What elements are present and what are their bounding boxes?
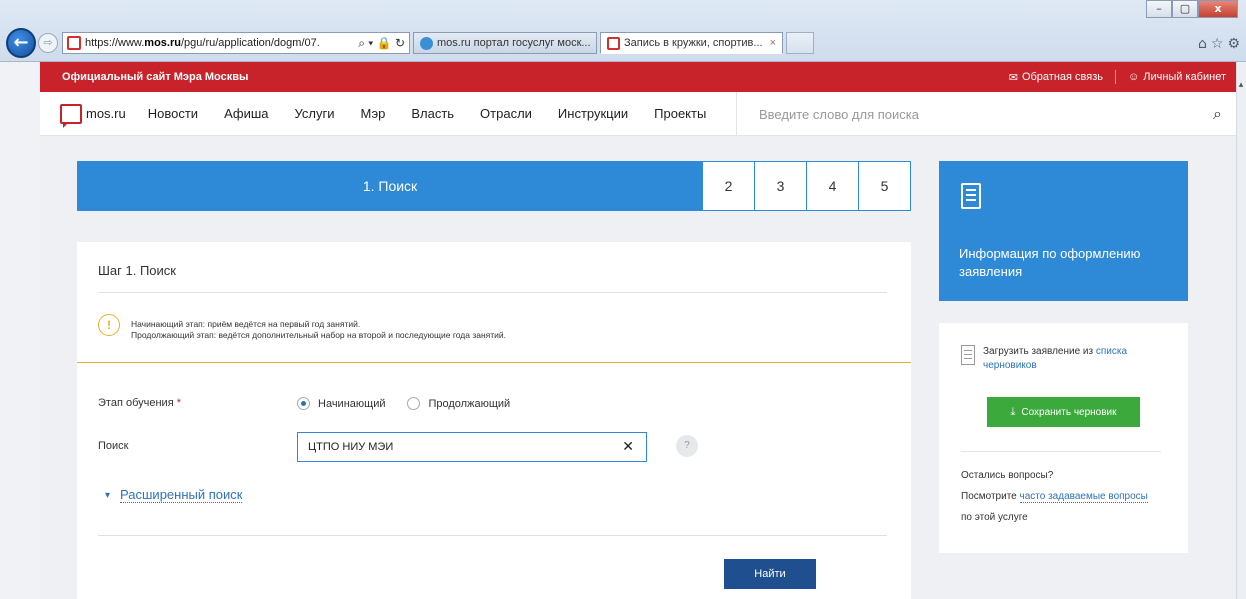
main-nav: mos.ru Новости Афиша Услуги Мэр Власть О…: [40, 92, 1236, 136]
search-label: Поиск: [98, 440, 129, 452]
search-field[interactable]: ✕: [297, 432, 647, 462]
nav-item-government[interactable]: Власть: [411, 106, 454, 121]
user-icon: ☺: [1128, 71, 1140, 83]
nav-item-afisha[interactable]: Афиша: [224, 106, 268, 121]
save-draft-button[interactable]: ⤓ Сохранить черновик: [987, 397, 1140, 427]
nav-item-instructions[interactable]: Инструкции: [558, 106, 628, 121]
window-controls: – ▢ x: [1146, 0, 1238, 18]
maximize-button[interactable]: ▢: [1172, 0, 1198, 18]
divider: [1115, 70, 1116, 84]
address-url[interactable]: https://www.mos.ru/pgu/ru/application/do…: [85, 37, 354, 49]
nav-item-mayor[interactable]: Мэр: [360, 106, 385, 121]
divider: [961, 451, 1161, 452]
tab-zapis[interactable]: Запись в кружки, спортив... ×: [600, 32, 783, 54]
tab-title: mos.ru портал госуслуг моск...: [437, 37, 590, 49]
notice-text: Начинающий этап: приём ведётся на первый…: [131, 319, 507, 340]
official-links: ✉ Обратная связь ☺ Личный кабинет: [1009, 62, 1226, 92]
draft-row: Загрузить заявление из списка черновиков: [961, 345, 1161, 373]
radio-beginner-label: Начинающий: [318, 397, 386, 410]
stage-radio-group: Начинающий Продолжающий: [297, 397, 532, 410]
form-card: Шаг 1. Поиск ! Начинающий этап: приём ве…: [77, 242, 911, 599]
browser-nav-row: ← ⇨ https://www.mos.ru/pgu/ru/applicatio…: [6, 28, 814, 58]
draft-list-icon: [961, 345, 975, 365]
page-scrollbar[interactable]: [1236, 62, 1246, 599]
address-tools-icon[interactable]: ⌕ ▾ 🔒 ↻: [354, 36, 409, 51]
browser-chrome: – ▢ x ← ⇨ https://www.mos.ru/pgu/ru/appl…: [0, 0, 1246, 62]
radio-beginner[interactable]: Начинающий: [297, 397, 385, 410]
divider: [98, 292, 887, 293]
search-icon[interactable]: ⌕: [1213, 104, 1222, 124]
site-search-input[interactable]: [759, 106, 1179, 122]
find-button[interactable]: Найти: [724, 559, 816, 589]
notice-divider: [77, 362, 911, 363]
download-icon: ⤓: [1010, 405, 1016, 418]
mos-tab-icon: [607, 36, 620, 50]
faq-link[interactable]: часто задаваемые вопросы: [1019, 491, 1148, 503]
divider: [98, 535, 887, 536]
page: Официальный сайт Мэра Москвы ✉ Обратная …: [40, 62, 1236, 599]
logo[interactable]: mos.ru: [60, 103, 126, 128]
radio-beginner-control[interactable]: [297, 397, 310, 410]
site-favicon-icon: [67, 36, 81, 50]
step-4: 4: [807, 161, 859, 211]
step-2: 2: [703, 161, 755, 211]
stage-label: Этап обучения *: [98, 397, 181, 409]
mos-logo-icon: [60, 103, 82, 128]
minimize-button[interactable]: –: [1146, 0, 1172, 18]
radio-continuing[interactable]: Продолжающий: [407, 397, 510, 410]
save-draft-label: Сохранить черновик: [1021, 406, 1117, 418]
nav-item-news[interactable]: Новости: [148, 106, 198, 121]
step-1-active: 1. Поиск: [77, 161, 703, 211]
logo-text: mos.ru: [86, 106, 126, 121]
nav-item-services[interactable]: Услуги: [295, 106, 335, 121]
radio-continuing-label: Продолжающий: [428, 397, 511, 410]
site-search: ⌕: [736, 92, 1236, 136]
info-card[interactable]: Информация по оформлению заявления: [939, 161, 1188, 301]
official-label: Официальный сайт Мэра Москвы: [62, 71, 249, 83]
draft-text: Загрузить заявление из списка черновиков: [983, 346, 1128, 371]
questions-line2: Посмотрите часто задаваемые вопросы: [961, 491, 1148, 503]
official-bar: Официальный сайт Мэра Москвы ✉ Обратная …: [40, 62, 1236, 92]
forward-icon[interactable]: ⇨: [38, 33, 58, 53]
tab-close-icon[interactable]: ×: [770, 37, 776, 49]
search-input[interactable]: [308, 441, 608, 453]
questions-line1: Остались вопросы?: [961, 470, 1054, 481]
feedback-link[interactable]: Обратная связь: [1022, 71, 1103, 83]
ie-tab-icon: [420, 36, 433, 50]
nav-item-sectors[interactable]: Отрасли: [480, 106, 532, 121]
toolbar-icons[interactable]: ⌂☆⚙: [1198, 36, 1244, 52]
side-card: Загрузить заявление из списка черновиков…: [939, 323, 1188, 553]
stage-notice: ! Начинающий этап: приём ведётся на перв…: [98, 314, 506, 341]
info-card-text: Информация по оформлению заявления: [959, 246, 1141, 279]
mail-icon: ✉: [1008, 71, 1018, 84]
nav-links: Новости Афиша Услуги Мэр Власть Отрасли …: [148, 106, 733, 121]
chevron-down-icon: ▾: [105, 489, 111, 501]
steps-bar: 1. Поиск 2 3 4 5: [77, 161, 911, 211]
cabinet-link[interactable]: Личный кабинет: [1143, 71, 1226, 83]
back-icon[interactable]: ←: [6, 28, 36, 58]
questions-line3: по этой услуге: [961, 512, 1028, 523]
help-icon[interactable]: ?: [676, 435, 698, 457]
nav-item-projects[interactable]: Проекты: [654, 106, 706, 121]
advanced-search-label: Расширенный поиск: [120, 487, 243, 503]
step-3: 3: [755, 161, 807, 211]
warning-icon: !: [98, 314, 120, 336]
scroll-up-icon[interactable]: ▴: [1236, 80, 1246, 90]
step-5: 5: [859, 161, 911, 211]
clear-icon[interactable]: ✕: [622, 439, 634, 455]
radio-continuing-control[interactable]: [407, 397, 421, 410]
close-window-button[interactable]: x: [1198, 0, 1238, 18]
tab-gosuslugi[interactable]: mos.ru портал госуслуг моск...: [413, 32, 597, 54]
page-title: Шаг 1. Поиск: [98, 263, 176, 278]
advanced-search-toggle[interactable]: ▾ Расширенный поиск: [105, 487, 243, 503]
questions-block: Остались вопросы? Посмотрите часто задав…: [961, 465, 1181, 528]
address-bar[interactable]: https://www.mos.ru/pgu/ru/application/do…: [62, 32, 410, 54]
new-tab-button[interactable]: [786, 32, 814, 54]
tab-title: Запись в кружки, спортив...: [624, 37, 763, 49]
document-icon: [961, 183, 981, 209]
